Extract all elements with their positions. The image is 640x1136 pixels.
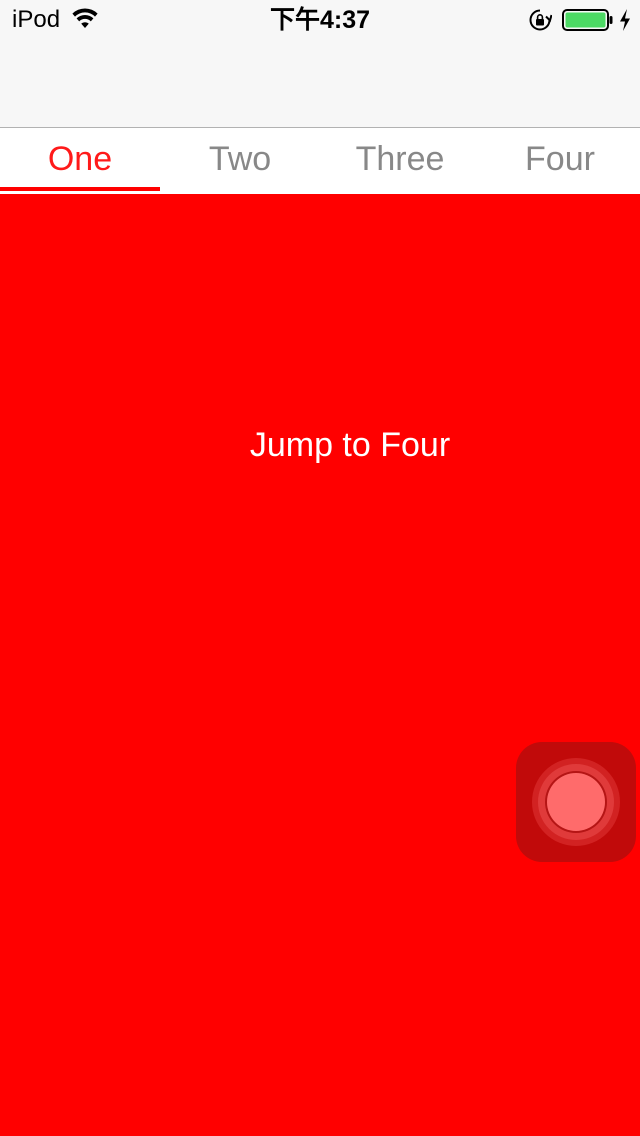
tab-two[interactable]: Two [160,128,320,190]
lock-rotation-icon [529,9,552,31]
assistive-touch-button[interactable] [516,742,636,862]
assistive-touch-core [547,773,605,831]
tab-selection-indicator [0,187,160,191]
status-bar: iPod 下午4:37 [0,0,640,40]
jump-to-four-button[interactable]: Jump to Four [220,422,480,468]
page-one-content: Jump to Four [0,194,640,1136]
tab-one[interactable]: One [0,128,160,190]
charging-icon [620,9,630,31]
battery-icon [562,9,613,31]
tab-four[interactable]: Four [480,128,640,190]
tab-three[interactable]: Three [320,128,480,190]
segmented-tab-bar: One Two Three Four [0,128,640,194]
navigation-bar: iPod 下午4:37 [0,0,640,128]
